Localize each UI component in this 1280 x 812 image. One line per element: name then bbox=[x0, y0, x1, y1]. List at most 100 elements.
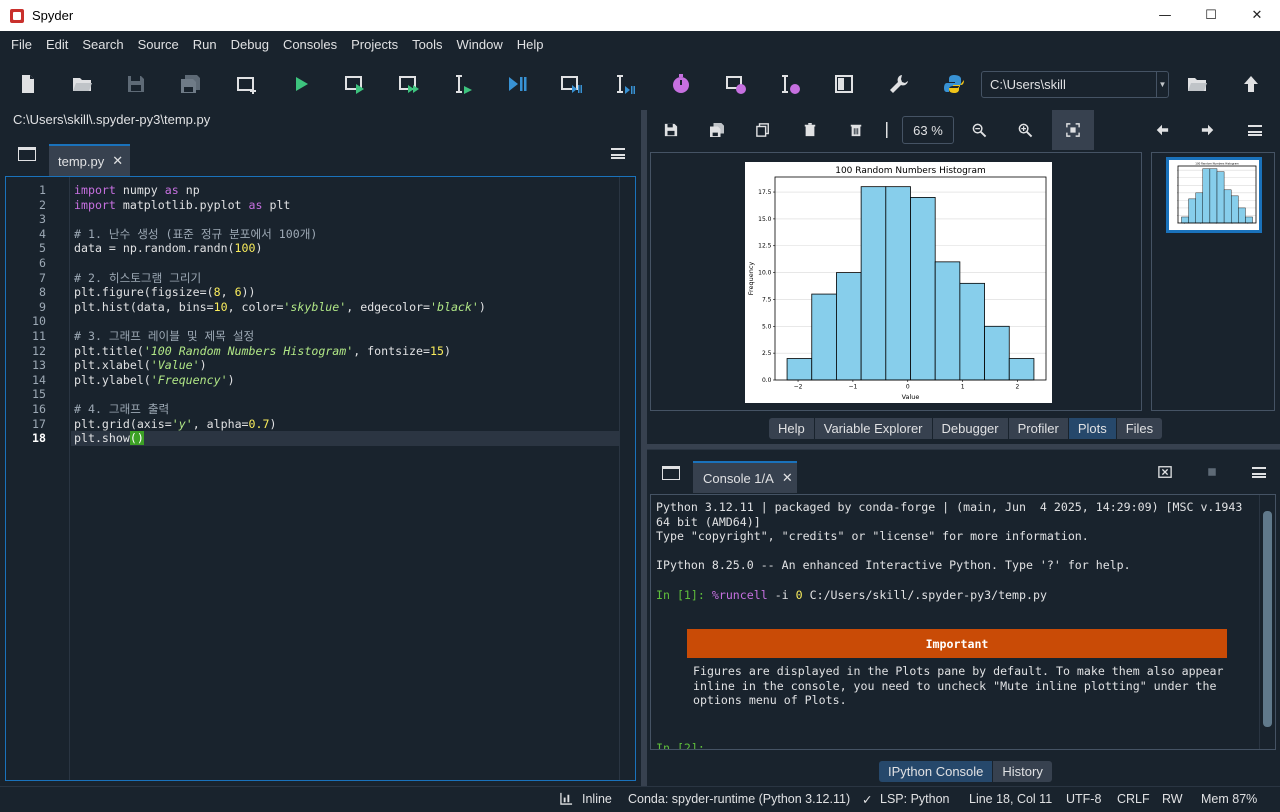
delete-all-plots-icon[interactable] bbox=[846, 120, 866, 140]
plots-options-icon[interactable] bbox=[1248, 125, 1262, 136]
code-line[interactable]: plt.grid(axis='y', alpha=0.7) bbox=[74, 417, 276, 432]
code-line[interactable]: data = np.random.randn(100) bbox=[74, 241, 262, 256]
editor-scrollbar[interactable] bbox=[619, 177, 635, 780]
run-selection-icon[interactable] bbox=[449, 70, 477, 98]
plot-thumbnail[interactable]: 100 Random Numbers Histogram bbox=[1166, 157, 1262, 233]
maximize-pane-icon[interactable] bbox=[830, 70, 858, 98]
line-number: 1 bbox=[39, 183, 46, 197]
code-line[interactable]: plt.figure(figsize=(8, 6)) bbox=[74, 285, 256, 300]
tab-console-1a[interactable]: Console 1/A ✕ bbox=[693, 461, 797, 493]
working-directory-combo[interactable]: C:\Users\skill ▼ bbox=[981, 71, 1169, 98]
code-line[interactable]: import matplotlib.pyplot as plt bbox=[74, 198, 290, 213]
menu-window[interactable]: Window bbox=[449, 37, 509, 52]
profile-selection-icon[interactable] bbox=[776, 70, 804, 98]
line-number: 11 bbox=[32, 329, 46, 343]
histogram-bar bbox=[934, 261, 961, 381]
maximize-button[interactable]: ☐ bbox=[1188, 0, 1234, 31]
tab-plots[interactable]: Plots bbox=[1068, 418, 1117, 439]
code-line[interactable]: # 4. 그래프 출력 bbox=[74, 402, 169, 417]
status-inline[interactable]: Inline bbox=[582, 792, 612, 806]
tab-profiler[interactable]: Profiler bbox=[1008, 418, 1069, 439]
code-line[interactable]: # 2. 히스토그램 그리기 bbox=[74, 271, 201, 286]
close-button[interactable]: ✕ bbox=[1234, 0, 1280, 31]
in1-magic: %runcell bbox=[711, 587, 768, 602]
chevron-down-icon[interactable]: ▼ bbox=[1156, 72, 1168, 97]
tab-history[interactable]: History bbox=[993, 761, 1052, 782]
status-lsp[interactable]: LSP: Python bbox=[880, 792, 950, 806]
code-line[interactable]: plt.title('100 Random Numbers Histogram'… bbox=[74, 344, 451, 359]
run-cell-icon[interactable] bbox=[341, 70, 369, 98]
code-line[interactable]: plt.show() bbox=[74, 431, 144, 446]
tab-temp-py[interactable]: temp.py ✕ bbox=[49, 144, 130, 176]
line-number: 13 bbox=[32, 358, 46, 373]
menu-help[interactable]: Help bbox=[510, 37, 551, 52]
preferences-wrench-icon[interactable] bbox=[885, 70, 913, 98]
tab-files[interactable]: Files bbox=[1116, 418, 1163, 439]
code-editor[interactable]: 1 2 3 4 5 6 7 8 9 10 11 12 13 14 15 16 17 18 import numpy… bbox=[5, 176, 636, 781]
run-cell-advance-icon[interactable] bbox=[395, 70, 423, 98]
window-title: Spyder bbox=[32, 8, 74, 23]
next-plot-icon[interactable] bbox=[1198, 120, 1218, 140]
code-line[interactable]: plt.xlabel('Value') bbox=[74, 358, 207, 373]
menu-consoles[interactable]: Consoles bbox=[276, 37, 344, 52]
fit-plot-button[interactable] bbox=[1052, 110, 1094, 150]
console-options-icon[interactable] bbox=[1252, 467, 1266, 478]
browse-tabs-icon[interactable] bbox=[18, 147, 36, 161]
open-file-icon[interactable] bbox=[68, 70, 96, 98]
close-tab-icon[interactable]: ✕ bbox=[112, 153, 123, 169]
new-cell-icon[interactable] bbox=[233, 70, 261, 98]
menu-edit[interactable]: Edit bbox=[39, 37, 75, 52]
tab-ipython-console[interactable]: IPython Console bbox=[879, 761, 994, 782]
x-tick-label: −2 bbox=[794, 384, 803, 391]
code-area[interactable]: import numpy as np import matplotlib.pypl… bbox=[71, 177, 619, 780]
menu-search[interactable]: Search bbox=[75, 37, 130, 52]
menu-file[interactable]: File bbox=[4, 37, 39, 52]
tab-help[interactable]: Help bbox=[769, 418, 815, 439]
profile-cell-icon[interactable] bbox=[722, 70, 750, 98]
menu-run[interactable]: Run bbox=[186, 37, 224, 52]
toolbar-separator bbox=[885, 120, 889, 140]
zoom-level-field[interactable]: 63 % bbox=[902, 116, 954, 144]
save-file-icon[interactable] bbox=[122, 70, 150, 98]
tab-variable-explorer[interactable]: Variable Explorer bbox=[814, 418, 933, 439]
run-file-icon[interactable] bbox=[287, 70, 315, 98]
menu-source[interactable]: Source bbox=[131, 37, 186, 52]
save-plot-icon[interactable] bbox=[661, 120, 681, 140]
delete-plot-icon[interactable] bbox=[800, 120, 820, 140]
copy-plot-icon[interactable] bbox=[753, 120, 773, 140]
code-line[interactable]: # 3. 그래프 레이블 및 제목 설정 bbox=[74, 329, 254, 344]
code-line[interactable]: plt.ylabel('Frequency') bbox=[74, 373, 235, 388]
console-scroll-thumb[interactable] bbox=[1263, 511, 1272, 727]
close-console-icon[interactable]: ✕ bbox=[782, 470, 793, 486]
interrupt-kernel-icon[interactable] bbox=[1202, 462, 1222, 482]
debug-file-icon[interactable] bbox=[503, 70, 531, 98]
menu-debug[interactable]: Debug bbox=[224, 37, 276, 52]
debug-selection-icon[interactable] bbox=[611, 70, 639, 98]
code-line[interactable]: # 1. 난수 생성 (표준 정규 분포에서 100개) bbox=[74, 227, 317, 242]
editor-options-icon[interactable] bbox=[611, 148, 625, 159]
browse-folder-icon[interactable] bbox=[1183, 70, 1211, 98]
plot-canvas[interactable]: −2 −1 0 1 2 0.0 2.5 5.0 7.5 10.0 12.5 15.0 17.5 100 R… bbox=[650, 152, 1142, 411]
new-file-icon[interactable] bbox=[14, 70, 42, 98]
profile-timer-icon[interactable] bbox=[667, 70, 695, 98]
tab-debugger[interactable]: Debugger bbox=[932, 418, 1009, 439]
previous-plot-icon[interactable] bbox=[1152, 120, 1172, 140]
parent-directory-icon[interactable] bbox=[1237, 70, 1265, 98]
status-conda-env[interactable]: Conda: spyder-runtime (Python 3.12.11) bbox=[628, 792, 850, 806]
save-all-icon[interactable] bbox=[176, 70, 204, 98]
python-path-icon[interactable] bbox=[940, 70, 968, 98]
code-line[interactable]: plt.hist(data, bins=10, color='skyblue',… bbox=[74, 300, 486, 315]
browse-console-tabs-icon[interactable] bbox=[662, 466, 680, 480]
save-all-plots-icon[interactable] bbox=[707, 120, 727, 140]
minimize-button[interactable]: — bbox=[1142, 0, 1188, 31]
console-scrollbar[interactable] bbox=[1259, 495, 1275, 749]
ipython-console-output[interactable]: Python 3.12.11 | packaged by conda-forge… bbox=[650, 494, 1276, 750]
in2-prompt[interactable]: In [2]: bbox=[656, 741, 705, 749]
debug-cell-icon[interactable] bbox=[557, 70, 585, 98]
zoom-in-icon[interactable] bbox=[1015, 120, 1035, 140]
menu-projects[interactable]: Projects bbox=[344, 37, 405, 52]
clear-console-icon[interactable] bbox=[1155, 462, 1175, 482]
zoom-out-icon[interactable] bbox=[969, 120, 989, 140]
code-line[interactable]: import numpy as np bbox=[74, 183, 200, 198]
menu-tools[interactable]: Tools bbox=[405, 37, 449, 52]
